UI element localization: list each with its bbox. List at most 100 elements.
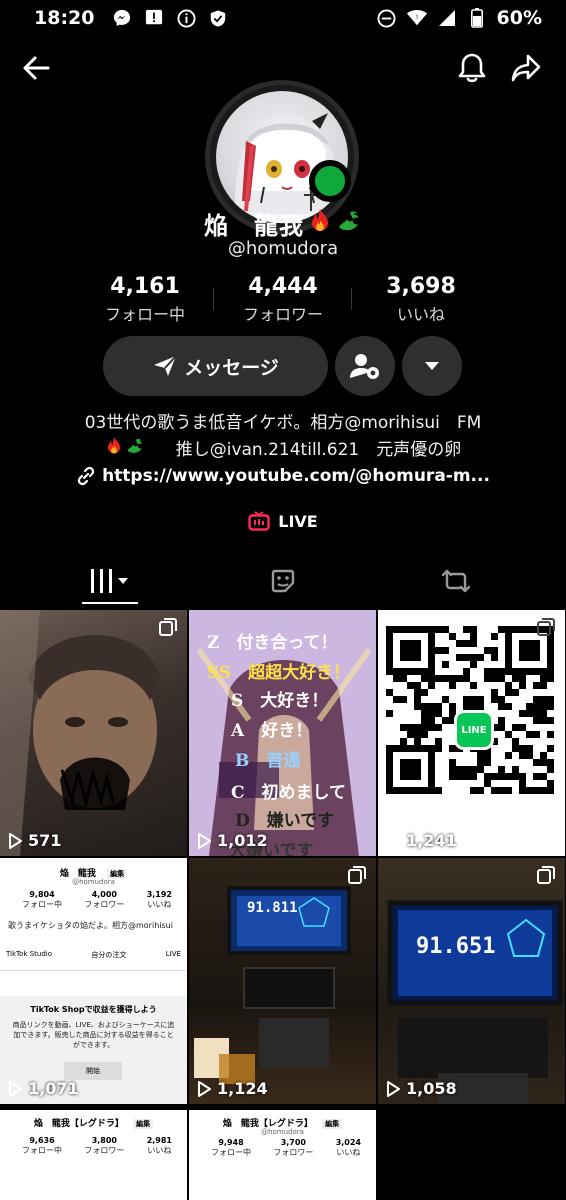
dnd-icon (377, 8, 397, 28)
mini-divider (0, 970, 187, 971)
video-thumbnail[interactable]: 焔 龍我【レグドラ】 編集 @homudora 9,948 フォロー中 3,700… (189, 1110, 376, 1200)
video-preview-image (194, 886, 351, 1084)
video-thumbnail[interactable]: Z 付き合って！ SS 超超大好き！ S 大好き！ A 好き！ B 普通 C 初… (189, 610, 376, 856)
mini-stat-label: いいね (147, 1146, 172, 1155)
signal-icon (437, 8, 457, 28)
live-label: LIVE (278, 511, 318, 531)
info-icon (176, 8, 196, 28)
caret-down-icon (425, 362, 439, 370)
video-preview-image (387, 900, 563, 1104)
bio-line-2: 推し@ivan.214till.621 元声優の卵 (158, 440, 462, 460)
video-thumbnail[interactable]: 91.811 1,124 (189, 858, 376, 1104)
live-tv-icon (248, 511, 270, 531)
status-time: 18:20 (34, 7, 95, 29)
video-thumbnail[interactable]: 焔 龍我【レグドラ】 編集 9,636 フォロー中 3,800 フォロワー 2,98… (0, 1110, 187, 1200)
alert-icon (144, 8, 164, 28)
send-icon (154, 355, 177, 376)
share-icon (511, 54, 541, 82)
message-button[interactable]: メッセージ (103, 336, 328, 396)
mini-handle: @homudora (72, 878, 115, 886)
mini-stat-value: 3,192 (146, 890, 172, 899)
bell-icon (458, 53, 486, 83)
mini-stat-label: フォロー中 (22, 1146, 62, 1155)
mini-shop-title: TikTok Shopで収益を獲得しよう (30, 1005, 157, 1014)
profile-stats: 4,161 フォロー中 4,444 フォロワー 3,698 いいね (0, 274, 566, 324)
view-count-text: 1,058 (406, 1079, 457, 1098)
view-count: 1,058 (386, 1079, 457, 1098)
stat-likes[interactable]: 3,698 いいね (346, 274, 496, 325)
mini-stat-label: フォロワー (84, 1146, 125, 1155)
stat-following-value: 4,161 (110, 274, 180, 299)
messenger-icon (112, 8, 132, 28)
link-icon (77, 466, 95, 486)
video-thumbnail[interactable]: 571 (0, 610, 187, 856)
mini-stat-label: いいね (147, 900, 172, 909)
mini-stat: 9,636 フォロー中 (22, 1136, 62, 1156)
view-count: 1,071 (8, 1079, 79, 1098)
mini-stat: 3,700 フォロワー (273, 1138, 313, 1158)
mini-stat: 3,024 いいね (336, 1138, 361, 1158)
user-settings-icon (350, 354, 379, 379)
line-logo: LINE (454, 710, 494, 750)
status-bar: 18:20 ! 60% (0, 0, 566, 36)
mini-stat-value: 3,700 (280, 1138, 306, 1147)
profile-handle: @homudora (227, 238, 339, 259)
tab-favorites[interactable] (189, 556, 377, 606)
stat-following-label: フォロー中 (104, 305, 185, 324)
tier-label: Z 付き合って！ (207, 633, 338, 653)
stat-following[interactable]: 4,161 フォロー中 (70, 274, 220, 325)
bio-line-2-row: 推し@ivan.214till.621 元声優の卵 (0, 436, 566, 464)
view-count: 1,012 (197, 831, 268, 850)
mini-stat-label: フォロー中 (211, 1148, 251, 1157)
mini-tiktok-studio: TikTok Studio (6, 950, 53, 958)
tab-videos[interactable] (16, 556, 204, 606)
mini-stat: 9,948 フォロー中 (211, 1138, 251, 1158)
live-link[interactable]: LIVE (0, 511, 566, 531)
tier-label: C 初めまして (231, 783, 347, 803)
video-preview-image (0, 610, 160, 856)
back-button[interactable] (12, 44, 60, 92)
stat-followers[interactable]: 4,444 フォロワー (208, 274, 358, 325)
tab-reposts[interactable] (362, 556, 550, 606)
view-count-text: 1,241 (406, 831, 457, 850)
mini-stats: 9,636 フォロー中 3,800 フォロワー 2,981 いいね (22, 1136, 172, 1156)
video-thumbnail[interactable]: LINE 1,241 (378, 610, 565, 856)
mini-stat-value: 9,948 (218, 1138, 244, 1147)
video-thumbnail[interactable]: 焔 龍我 編集 @homudora 9,804 フォロー中 4,000 フォロワー … (0, 858, 187, 1104)
share-button[interactable] (502, 44, 550, 92)
bio-link[interactable]: https://www.youtube.com/@homura-m... (0, 466, 566, 486)
tier-label: SS 超超大好き！ (207, 663, 351, 683)
notification-button[interactable] (448, 44, 496, 92)
battery-percent: 60% (496, 7, 542, 29)
mini-stat: 3,800 フォロワー (84, 1136, 124, 1156)
view-count-text: 571 (28, 831, 62, 850)
add-friend-settings-button[interactable] (335, 336, 395, 396)
view-count-text: 1,071 (28, 1079, 79, 1098)
video-thumbnail[interactable]: 91.651 1,058 (378, 858, 565, 1104)
more-dropdown-button[interactable] (402, 336, 462, 396)
stat-likes-value: 3,698 (386, 274, 456, 299)
bio-line-1: 03世代の歌うま低音イケボ。相方@morihisui FM (84, 413, 482, 433)
mini-bio: 歌うまイケショタの焔だよ。相方@morihisui FM (8, 921, 179, 930)
svg-text:!: ! (415, 14, 418, 21)
mini-shortcuts: TikTok Studio 自分の注文 LIVE (6, 950, 181, 960)
dragon-emoji-icon (125, 437, 145, 463)
dragon-emoji-icon (336, 209, 362, 239)
online-status-dot (309, 160, 351, 202)
mini-stat-value: 4,000 (91, 890, 117, 899)
mini-shop-start: 開始 (64, 1062, 122, 1080)
mini-stat-value: 9,636 (29, 1136, 55, 1145)
profile-name: 焔 龍我 (0, 206, 566, 241)
mini-name-text: 焔 龍我【レグドラ】 (33, 1119, 124, 1129)
message-button-label: メッセージ (184, 356, 279, 379)
video-grid: 571 Z 付き合って！ SS 超超大好き！ S 大好き！ A 好き！ B 普通… (0, 610, 566, 1200)
profile-bio: 03世代の歌うま低音イケボ。相方@morihisui FM 推し@ivan.21… (0, 410, 566, 464)
fire-emoji-icon (105, 436, 123, 464)
mini-stat-label: フォロー中 (22, 900, 62, 909)
shield-icon (208, 8, 228, 28)
mini-profile-name: 焔 龍我【レグドラ】 編集 (0, 1116, 187, 1129)
play-icon (9, 832, 22, 849)
mini-stats: 9,948 フォロー中 3,700 フォロワー 3,024 いいね (211, 1138, 361, 1158)
multi-photo-icon (537, 866, 555, 884)
mini-stat-label: いいね (336, 1148, 361, 1157)
